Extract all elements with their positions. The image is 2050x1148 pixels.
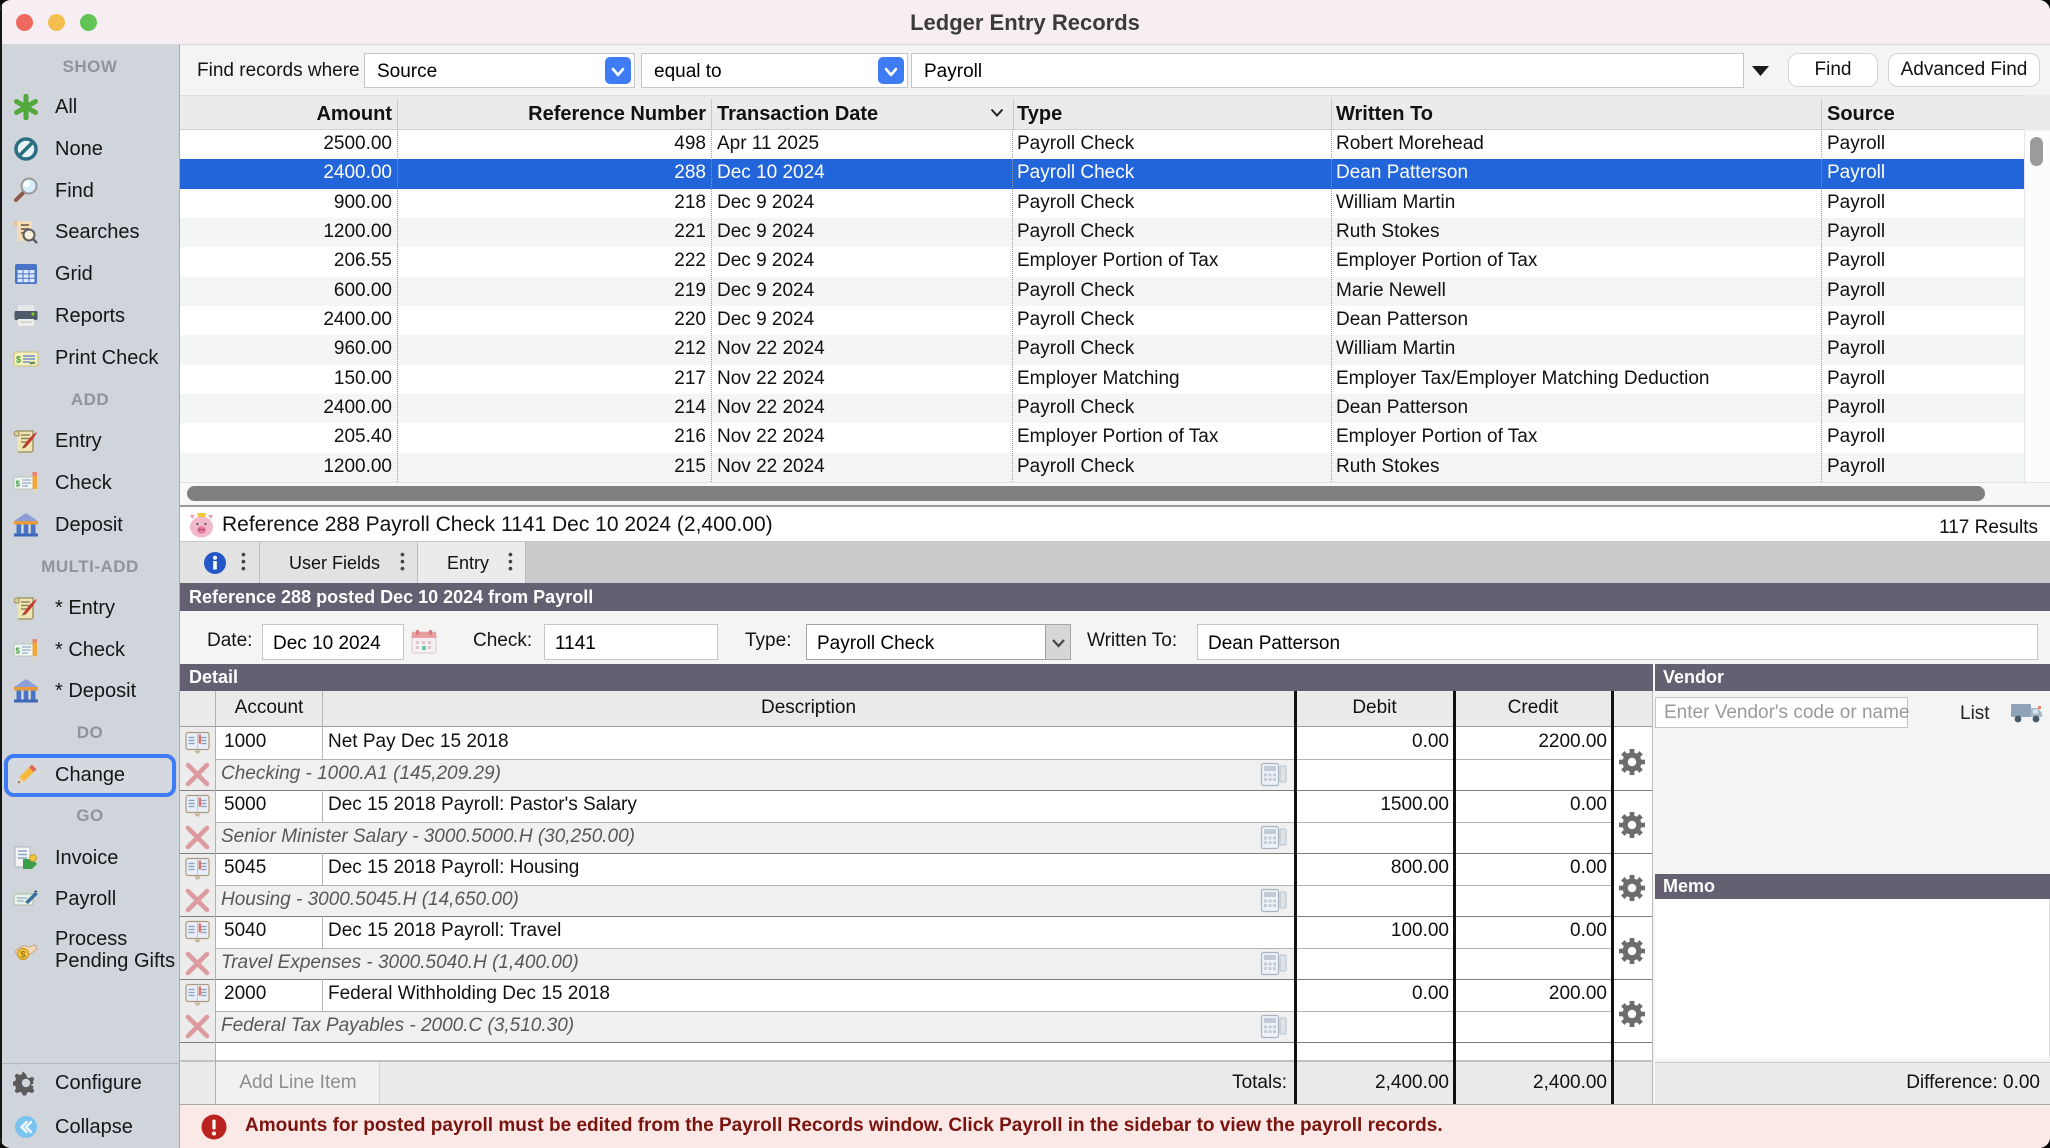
svg-text:$: $ [16,480,21,489]
svg-text:$: $ [16,647,21,656]
svg-text:$: $ [16,355,21,365]
svg-text:$: $ [21,950,26,960]
